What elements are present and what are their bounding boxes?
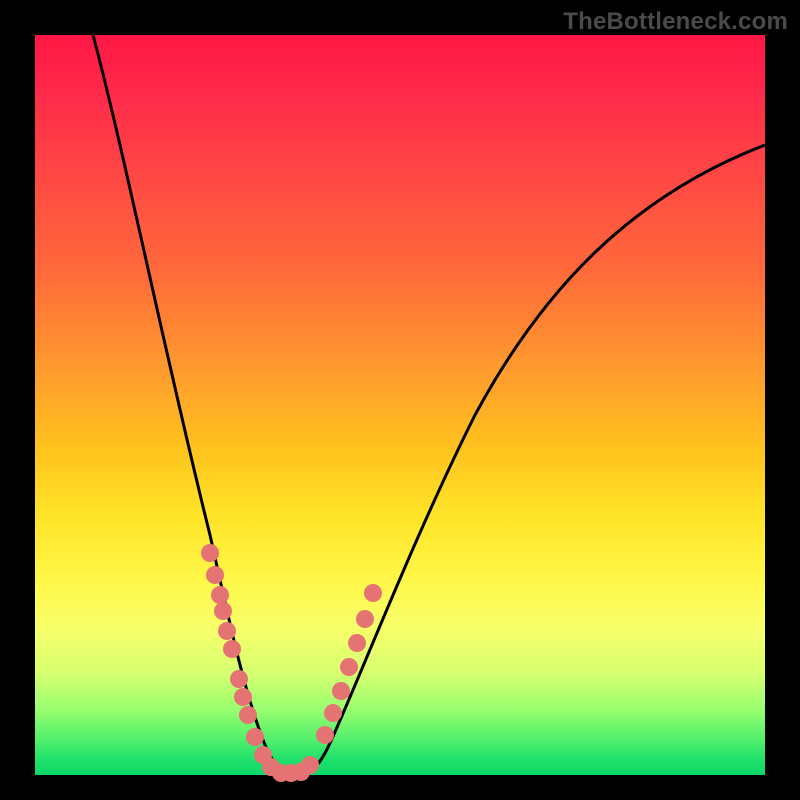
watermark-text: TheBottleneck.com	[563, 8, 788, 36]
chart-svg	[35, 35, 765, 775]
plot-area	[35, 35, 765, 775]
sample-points	[201, 544, 382, 782]
chart-frame: TheBottleneck.com	[0, 0, 800, 800]
bottleneck-curve	[93, 35, 765, 773]
